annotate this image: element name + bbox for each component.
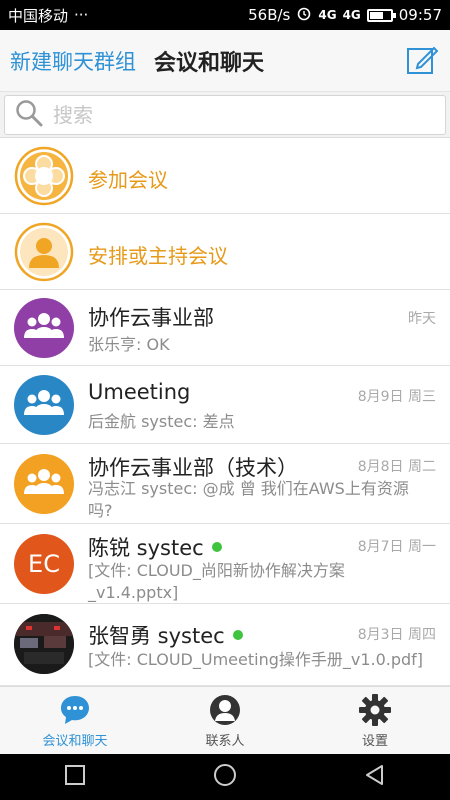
- photo-avatar: [14, 614, 74, 674]
- search-input[interactable]: [53, 103, 433, 127]
- chat-time: 昨天: [408, 311, 436, 327]
- group-avatar-icon: [14, 375, 74, 435]
- compose-icon[interactable]: [406, 44, 439, 76]
- chat-time: 8月3日 周四: [357, 627, 436, 643]
- search-box[interactable]: [4, 95, 446, 135]
- chat-last-message: 张乐亨: OK: [88, 335, 170, 354]
- chat-time: 8月7日 周一: [357, 539, 436, 555]
- chat-row[interactable]: 协作云事业部（技术） 8月8日 周二 冯志江 systec: @成 曾 我们在A…: [0, 444, 450, 524]
- host-meeting-icon: [14, 222, 74, 282]
- chat-row[interactable]: 张智勇 systec 8月3日 周四 [文件: CLOUD_Umeeting操作…: [0, 604, 450, 686]
- alarm-icon: [296, 5, 312, 25]
- bottom-navigation: 会议和聊天 联系人 设置: [0, 686, 450, 754]
- group-avatar-icon: [14, 298, 74, 358]
- tab-contacts[interactable]: 联系人: [150, 687, 300, 754]
- gear-icon: [359, 693, 391, 726]
- chat-row[interactable]: Umeeting 8月9日 周三 后金航 systec: 差点: [0, 366, 450, 444]
- chat-time: 8月8日 周二: [357, 459, 436, 475]
- chat-name: 张智勇 systec: [88, 620, 243, 650]
- tab-settings[interactable]: 设置: [300, 687, 450, 754]
- chat-time: 8月9日 周三: [357, 389, 436, 405]
- tab-label: 会议和聊天: [42, 733, 108, 749]
- system-navigation-bar: [0, 754, 450, 800]
- notification-dots: ···: [74, 6, 89, 24]
- chat-name: 陈锐 systec: [88, 532, 222, 562]
- join-meeting-label: 参加会议: [88, 168, 168, 192]
- online-status-dot: [211, 542, 222, 552]
- avatar: EC: [14, 534, 74, 594]
- clock: 09:57: [398, 6, 442, 24]
- signal-4g-2: 4G: [342, 8, 361, 22]
- tab-label: 联系人: [205, 733, 245, 749]
- chat-name: 协作云事业部: [88, 306, 214, 330]
- new-group-chat-button[interactable]: 新建聊天群组: [10, 46, 136, 76]
- back-icon[interactable]: [363, 763, 387, 791]
- chat-last-message: 后金航 systec: 差点: [88, 412, 235, 431]
- join-meeting-icon: [14, 146, 74, 206]
- tab-meetings-chat[interactable]: 会议和聊天: [0, 687, 150, 754]
- recent-apps-icon[interactable]: [63, 763, 87, 791]
- avatar-initials: EC: [28, 550, 60, 578]
- chat-last-message: 冯志江 systec: @成 曾 我们在AWS上有资源吗?: [88, 479, 409, 520]
- battery-icon: [366, 8, 396, 22]
- online-status-dot: [232, 630, 243, 640]
- contact-icon: [210, 694, 240, 725]
- home-icon[interactable]: [213, 763, 237, 791]
- chat-last-message: [文件: CLOUD_尚阳新协作解决方案_v1.4.pptx]: [88, 561, 345, 602]
- carrier-name: 中国移动: [8, 6, 69, 25]
- group-avatar-icon: [14, 454, 74, 514]
- host-meeting-label: 安排或主持会议: [88, 244, 228, 268]
- app-header: 新建聊天群组 会议和聊天: [0, 30, 450, 92]
- status-bar: 中国移动 ··· 56B/s 4G 4G 09:57: [0, 0, 450, 30]
- page-title: 会议和聊天: [154, 50, 265, 76]
- chat-last-message: [文件: CLOUD_Umeeting操作手册_v1.0.pdf]: [88, 650, 424, 669]
- search-icon: [15, 99, 43, 131]
- chat-bubble-icon: [61, 695, 89, 724]
- tab-label: 设置: [361, 733, 388, 749]
- chat-name: Umeeting: [88, 380, 191, 404]
- search-bar: [0, 92, 450, 138]
- chat-row[interactable]: 协作云事业部 昨天 张乐亨: OK: [0, 290, 450, 366]
- network-speed: 56B/s: [248, 6, 291, 24]
- signal-4g-1: 4G: [318, 8, 337, 22]
- join-meeting-row[interactable]: 参加会议: [0, 138, 450, 214]
- host-meeting-row[interactable]: 安排或主持会议: [0, 214, 450, 290]
- chat-row[interactable]: EC 陈锐 systec 8月7日 周一 [文件: CLOUD_尚阳新协作解决方…: [0, 524, 450, 604]
